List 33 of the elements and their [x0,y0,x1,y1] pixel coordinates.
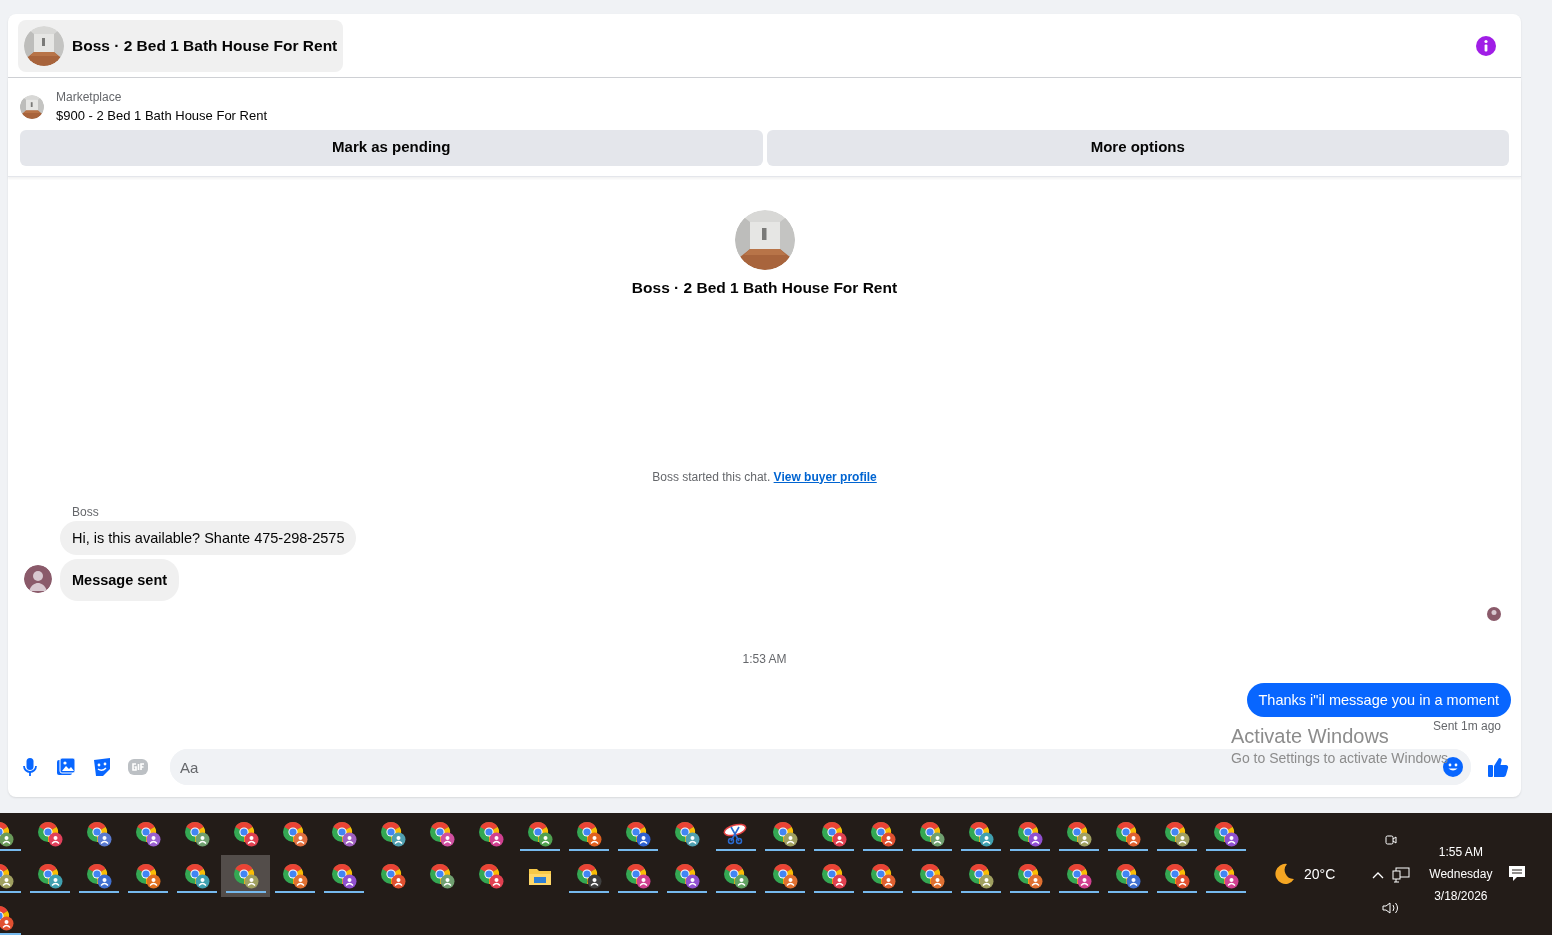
buyer-profile-link[interactable]: View buyer profile [773,469,877,484]
notification-icon[interactable] [1508,865,1527,883]
listing-source: Marketplace [56,89,123,106]
action-button[interactable]: Mark as pending [20,129,763,166]
chat-notice: Boss started this chat. View buyer profile [652,469,877,484]
sender-name: Boss [72,504,99,519]
network-icon[interactable] [1392,867,1411,883]
sticker-icon[interactable] [92,757,112,777]
avatar [1487,606,1501,621]
like-icon[interactable] [1487,756,1509,778]
conversation-header-button[interactable]: Boss · 2 Bed 1 Bath House For Rent [18,19,344,72]
activation-notice-title: Activate Windows [1231,724,1389,748]
message-status: Sent 1m ago [1432,718,1501,733]
volume-icon[interactable] [1382,901,1401,915]
moon-icon[interactable] [1272,862,1296,886]
activation-notice-text: Go to Settings to activate Windows [1231,749,1449,768]
message-timestamp: 1:53 AM [742,651,787,666]
scissors-icon [722,823,749,845]
listing-summary[interactable]: $900 - 2 Bed 1 Bath House For Rent [56,106,267,126]
temperature[interactable]: 20°C [1304,863,1336,885]
message-bubble: Thanks i"il message you in a moment [1246,682,1511,717]
message-bubble: Hi, is this available? Shante 475-298-2575 [60,520,357,555]
folder-icon [527,866,552,886]
avatar [24,564,52,593]
photo-icon[interactable] [56,757,76,777]
clock[interactable]: 1:55 AM Wednesday 3/18/2026 [1429,841,1493,907]
listing-title: Boss · 2 Bed 1 Bath House For Rent [631,277,898,298]
microphone-icon[interactable] [20,757,40,777]
info-icon[interactable] [1475,34,1497,57]
camera-icon[interactable] [1384,833,1399,847]
action-button[interactable]: More options [766,129,1509,166]
chevron-up-icon[interactable] [1372,871,1385,879]
message-bubble: Message sent [60,558,180,601]
